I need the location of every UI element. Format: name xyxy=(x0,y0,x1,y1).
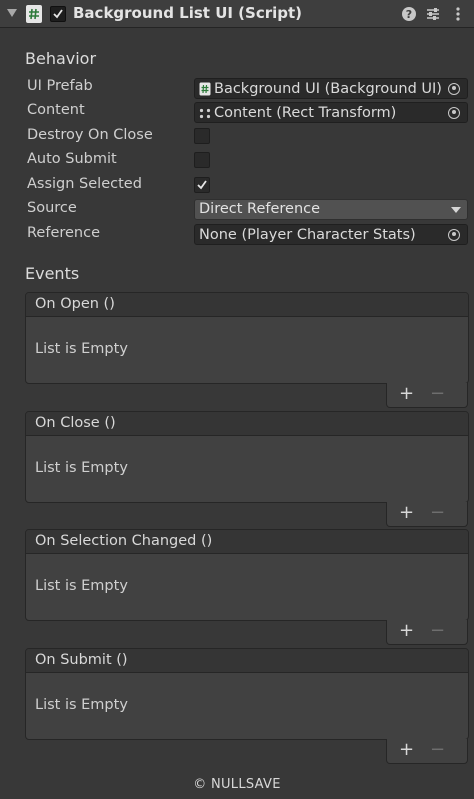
script-file-icon xyxy=(199,82,211,96)
copyright-footer: © NULLSAVE xyxy=(193,777,281,792)
add-listener-button[interactable]: + xyxy=(399,504,414,522)
event-footer: + − xyxy=(386,620,468,645)
event-on-close: On Close () List is Empty xyxy=(25,411,469,503)
content-label: Content xyxy=(27,102,85,118)
content-picker[interactable] xyxy=(441,103,467,122)
destroy-on-close-checkbox[interactable] xyxy=(194,128,210,144)
svg-text:?: ? xyxy=(406,8,412,21)
event-footer: + − xyxy=(386,383,468,408)
more-menu-icon[interactable] xyxy=(450,6,466,26)
component-title: Background List UI (Script) xyxy=(73,4,303,22)
ui-prefab-picker[interactable] xyxy=(441,79,467,98)
ui-prefab-label: UI Prefab xyxy=(27,78,93,94)
presets-icon[interactable] xyxy=(425,6,441,26)
rect-transform-icon xyxy=(199,106,211,120)
component-header: Background List UI (Script) ? xyxy=(0,0,474,28)
assign-selected-label: Assign Selected xyxy=(27,176,142,192)
remove-listener-button[interactable]: − xyxy=(430,622,445,640)
event-footer: + − xyxy=(386,739,468,764)
ui-prefab-field[interactable]: Background UI (Background UI) xyxy=(194,78,468,99)
ui-prefab-value: Background UI (Background UI) xyxy=(214,80,442,97)
object-picker-icon xyxy=(448,228,460,241)
event-empty-text: List is Empty xyxy=(35,697,128,713)
reference-label: Reference xyxy=(27,225,101,241)
content-value: Content (Rect Transform) xyxy=(214,104,397,121)
event-header: On Open () xyxy=(26,293,468,317)
assign-selected-checkbox[interactable] xyxy=(194,177,210,193)
event-on-submit: On Submit () List is Empty xyxy=(25,648,469,740)
auto-submit-label: Auto Submit xyxy=(27,151,117,167)
remove-listener-button[interactable]: − xyxy=(430,504,445,522)
object-picker-icon xyxy=(448,82,460,95)
enable-checkbox-icon[interactable] xyxy=(50,6,66,22)
event-empty-text: List is Empty xyxy=(35,341,128,357)
auto-submit-checkbox[interactable] xyxy=(194,152,210,168)
foldout-arrow-icon[interactable] xyxy=(7,9,17,17)
reference-field[interactable]: None (Player Character Stats) xyxy=(194,224,468,245)
checkmark-icon xyxy=(197,180,207,190)
remove-listener-button[interactable]: − xyxy=(430,741,445,759)
source-dropdown[interactable]: Direct Reference xyxy=(194,199,468,220)
event-on-selection-changed: On Selection Changed () List is Empty xyxy=(25,529,469,621)
add-listener-button[interactable]: + xyxy=(399,385,414,403)
destroy-on-close-label: Destroy On Close xyxy=(27,127,153,143)
reference-picker[interactable] xyxy=(441,225,467,244)
help-icon[interactable]: ? xyxy=(401,6,417,26)
add-listener-button[interactable]: + xyxy=(399,622,414,640)
script-icon xyxy=(26,5,42,23)
source-label: Source xyxy=(27,200,77,216)
content-field[interactable]: Content (Rect Transform) xyxy=(194,102,468,123)
dropdown-arrow-icon xyxy=(451,207,461,213)
event-footer: + − xyxy=(386,502,468,527)
event-on-open: On Open () List is Empty xyxy=(25,292,469,384)
event-header: On Close () xyxy=(26,412,468,436)
event-empty-text: List is Empty xyxy=(35,578,128,594)
event-empty-text: List is Empty xyxy=(35,460,128,476)
remove-listener-button[interactable]: − xyxy=(430,385,445,403)
events-section-title: Events xyxy=(25,264,80,283)
reference-value: None (Player Character Stats) xyxy=(199,226,416,243)
event-header: On Submit () xyxy=(26,649,468,673)
object-picker-icon xyxy=(448,106,460,119)
event-header: On Selection Changed () xyxy=(26,530,468,554)
source-value: Direct Reference xyxy=(199,201,321,217)
add-listener-button[interactable]: + xyxy=(399,741,414,759)
behavior-section-title: Behavior xyxy=(25,49,97,68)
